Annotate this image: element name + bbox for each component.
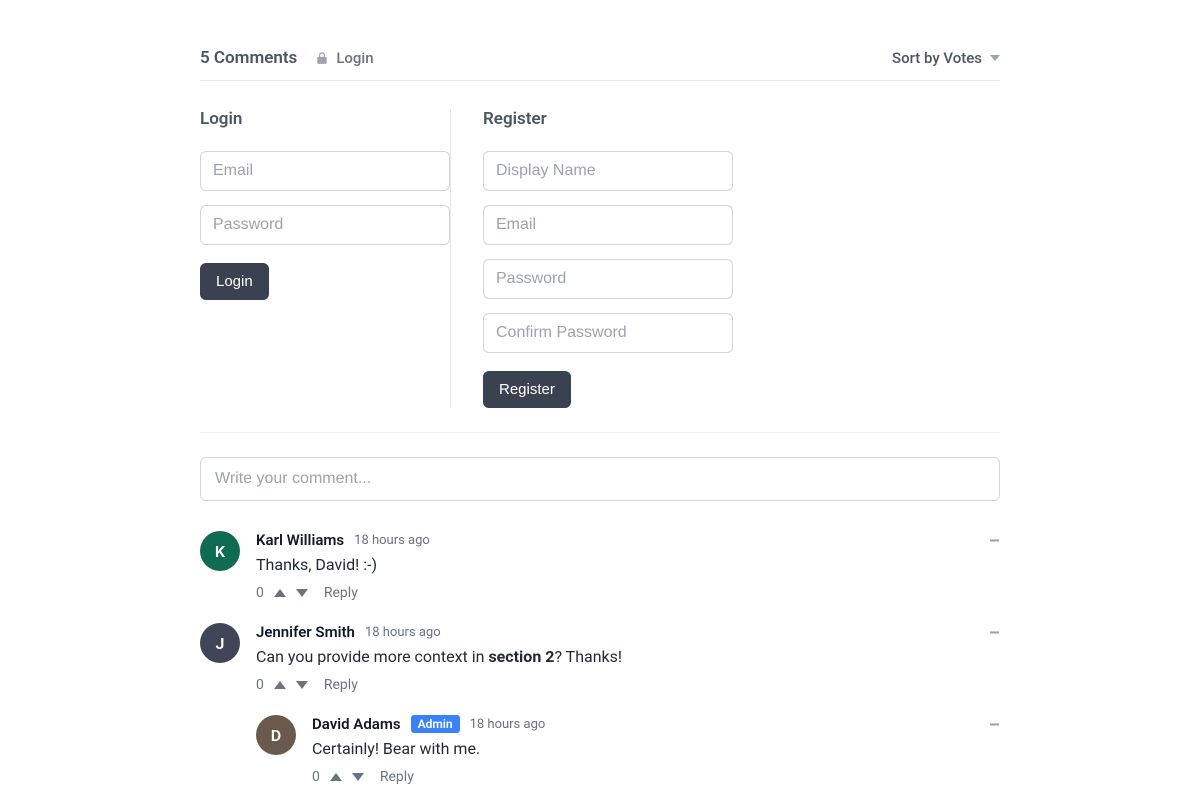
login-email-field[interactable]: [200, 151, 450, 191]
downvote-button[interactable]: [296, 681, 308, 689]
comment: K Karl Williams 18 hours ago Thanks, Dav…: [200, 531, 1000, 601]
register-password-field[interactable]: [483, 259, 733, 299]
comments-header: 5 Comments Login Sort by Votes: [200, 48, 1000, 81]
downvote-button[interactable]: [296, 589, 308, 597]
reply-button[interactable]: Reply: [324, 585, 358, 601]
collapse-button[interactable]: –: [989, 537, 1000, 547]
auth-row: Login Login Register Register: [200, 109, 1000, 433]
comment-time: 18 hours ago: [470, 717, 546, 732]
collapse-button[interactable]: –: [989, 721, 1000, 731]
comment-count: 5 Comments: [200, 48, 297, 68]
comment: J Jennifer Smith 18 hours ago Can you pr…: [200, 623, 1000, 693]
register-button[interactable]: Register: [483, 371, 571, 408]
register-email-field[interactable]: [483, 205, 733, 245]
avatar: J: [200, 623, 240, 663]
comment-text: Certainly! Bear with me.: [312, 737, 1000, 761]
vote-count: 0: [312, 769, 320, 785]
header-login-link[interactable]: Login: [315, 49, 373, 67]
upvote-button[interactable]: [274, 589, 286, 597]
header-login-label: Login: [336, 49, 373, 67]
register-form: Register Register: [450, 109, 797, 408]
comment: D David Adams Admin 18 hours ago Certain…: [256, 715, 1000, 785]
comment-footer: 0 Reply: [256, 677, 1000, 693]
upvote-button[interactable]: [330, 773, 342, 781]
reply-button[interactable]: Reply: [324, 677, 358, 693]
admin-badge: Admin: [411, 715, 460, 733]
comment-body: David Adams Admin 18 hours ago Certainly…: [312, 715, 1000, 785]
vote-count: 0: [256, 585, 264, 601]
login-password-field[interactable]: [200, 205, 450, 245]
register-confirm-field[interactable]: [483, 313, 733, 353]
upvote-button[interactable]: [274, 681, 286, 689]
login-button[interactable]: Login: [200, 263, 269, 300]
avatar: K: [200, 531, 240, 571]
comment-text: Can you provide more context in section …: [256, 645, 1000, 669]
vote-count: 0: [256, 677, 264, 693]
comment-compose-input[interactable]: [200, 457, 1000, 501]
chevron-down-icon: [990, 55, 1000, 61]
comment-body: Jennifer Smith 18 hours ago Can you prov…: [256, 623, 1000, 693]
comment-body: Karl Williams 18 hours ago Thanks, David…: [256, 531, 1000, 601]
sort-label: Sort by Votes: [892, 49, 982, 67]
register-displayname-field[interactable]: [483, 151, 733, 191]
lock-icon: [315, 51, 329, 65]
comment-footer: 0 Reply: [312, 769, 1000, 785]
comment-time: 18 hours ago: [354, 533, 430, 548]
comment-time: 18 hours ago: [365, 625, 441, 640]
login-form: Login Login: [200, 109, 450, 408]
register-title: Register: [483, 109, 765, 129]
comment-text: Thanks, David! :-): [256, 553, 1000, 577]
comment-author: Jennifer Smith: [256, 623, 355, 641]
login-title: Login: [200, 109, 418, 129]
sort-dropdown[interactable]: Sort by Votes: [892, 49, 1000, 67]
avatar: D: [256, 715, 296, 755]
header-left: 5 Comments Login: [200, 48, 374, 68]
downvote-button[interactable]: [352, 773, 364, 781]
comment-footer: 0 Reply: [256, 585, 1000, 601]
reply-button[interactable]: Reply: [380, 769, 414, 785]
comment-author: Karl Williams: [256, 531, 344, 549]
collapse-button[interactable]: –: [989, 629, 1000, 639]
comment-author: David Adams: [312, 715, 401, 733]
